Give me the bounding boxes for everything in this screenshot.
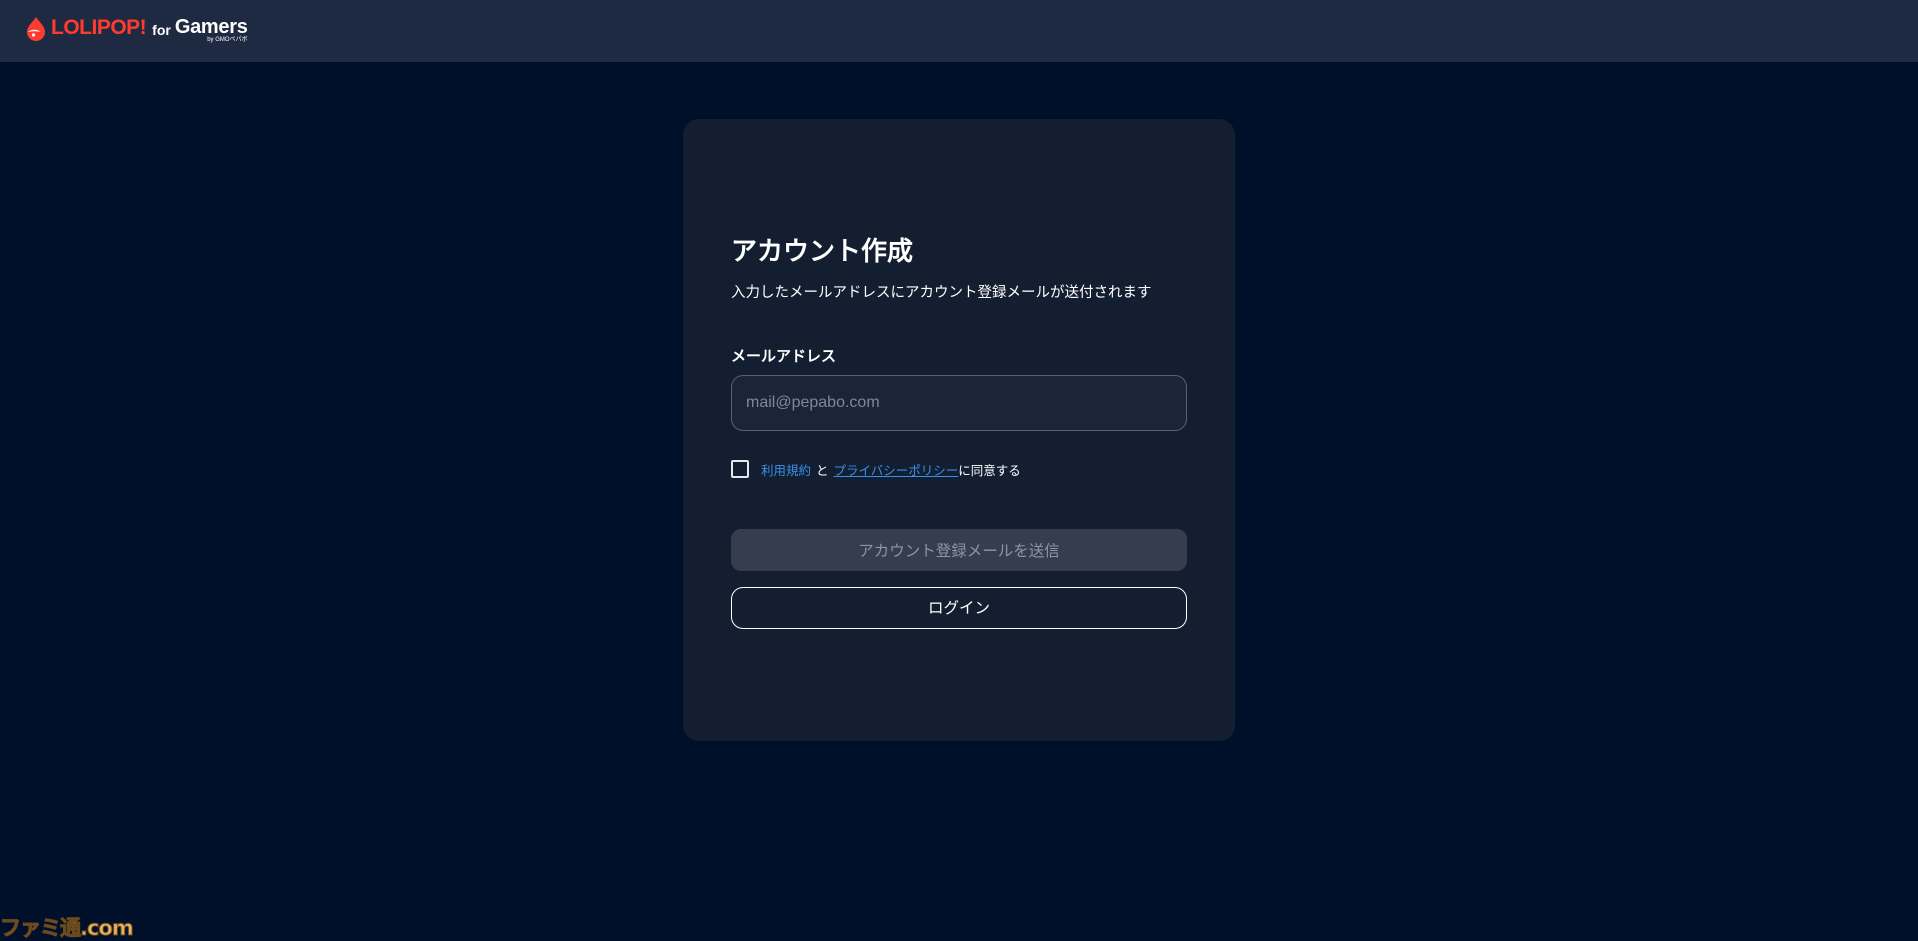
agreement-connector: と: [816, 462, 829, 478]
logo-by-text: by GMOペパボ: [207, 37, 248, 43]
send-registration-email-button[interactable]: アカウント登録メールを送信: [731, 529, 1187, 571]
top-header: LOLIPOP! for Gamers by GMOペパボ: [0, 0, 1918, 62]
page-title: アカウント作成: [731, 237, 914, 267]
logo-product-group: Gamers by GMOペパボ: [175, 15, 248, 43]
logo-brand-text: LOLIPOP!: [51, 16, 147, 39]
agreement-row: 利用規約 と プライバシーポリシー に同意する: [731, 459, 1021, 479]
agree-checkbox[interactable]: [731, 460, 749, 478]
site-logo[interactable]: LOLIPOP! for Gamers by GMOペパボ: [24, 15, 248, 47]
logo-for-text: for: [152, 22, 171, 38]
page-subtitle: 入力したメールアドレスにアカウント登録メールが送付されます: [731, 285, 1152, 301]
signup-card: アカウント作成 入力したメールアドレスにアカウント登録メールが送付されます メー…: [683, 119, 1235, 741]
logo-product-text: Gamers: [174, 16, 248, 38]
lolipop-drop-icon: [27, 17, 45, 41]
login-button[interactable]: ログイン: [731, 587, 1187, 629]
watermark-logo: ファミ通.com: [0, 916, 134, 941]
terms-link[interactable]: 利用規約: [761, 460, 811, 479]
email-label: メールアドレス: [731, 347, 837, 365]
agreement-suffix: に同意する: [958, 462, 1021, 478]
privacy-policy-link[interactable]: プライバシーポリシー: [834, 460, 959, 479]
email-input[interactable]: [731, 375, 1187, 431]
